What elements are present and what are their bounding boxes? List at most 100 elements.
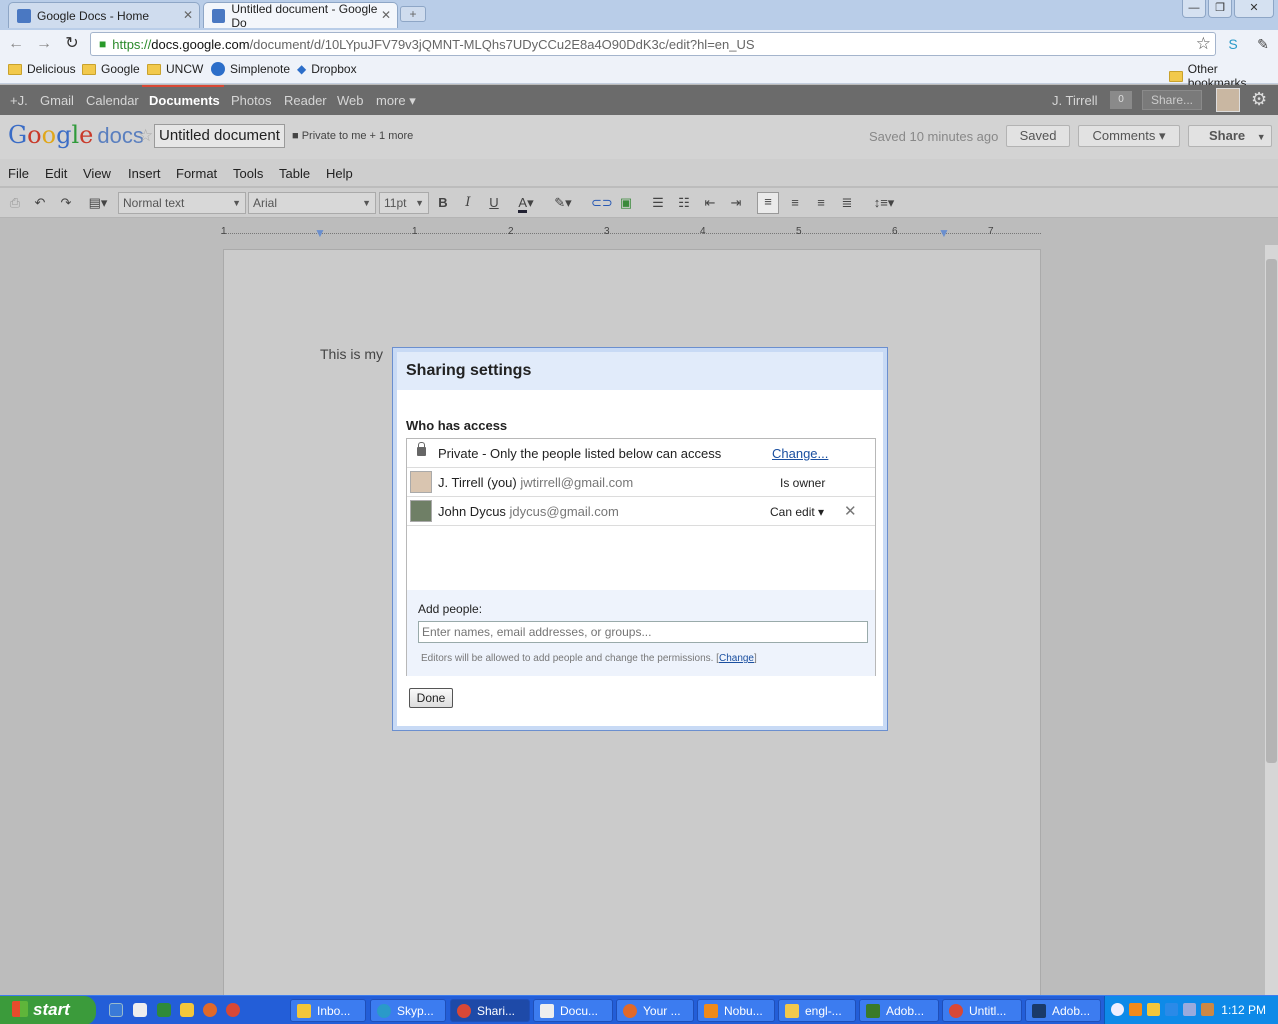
menu-table[interactable]: Table bbox=[279, 166, 310, 181]
notification-count[interactable]: 0 bbox=[1110, 91, 1132, 109]
taskbar-item-nobu[interactable]: Nobu... bbox=[697, 999, 775, 1022]
menu-tools[interactable]: Tools bbox=[233, 166, 263, 181]
bookmark-dropbox[interactable]: ◆ Dropbox bbox=[297, 62, 357, 76]
bookmark-simplenote[interactable]: Simplenote bbox=[211, 62, 290, 76]
done-button[interactable]: Done bbox=[409, 688, 453, 708]
align-center-icon[interactable]: ≡ bbox=[786, 194, 804, 212]
skype-extension-icon[interactable]: S bbox=[1224, 35, 1242, 53]
minimize-icon[interactable]: — bbox=[1182, 0, 1206, 18]
image-icon[interactable]: ▣ bbox=[617, 194, 635, 212]
saved-button[interactable]: Saved bbox=[1006, 125, 1070, 147]
bookmark-google[interactable]: Google bbox=[82, 62, 140, 76]
gbar-calendar[interactable]: Calendar bbox=[86, 93, 139, 108]
chrome-icon[interactable] bbox=[226, 1003, 240, 1017]
gbar-photos[interactable]: Photos bbox=[231, 93, 271, 108]
star-icon[interactable]: ☆ bbox=[138, 126, 153, 146]
gear-icon[interactable]: ⚙ bbox=[1251, 89, 1267, 110]
right-indent-marker-icon[interactable]: ▼ bbox=[938, 226, 950, 240]
menu-file[interactable]: File bbox=[8, 166, 29, 181]
font-size-select[interactable]: 11pt ▼ bbox=[379, 192, 429, 214]
bookmark-delicious[interactable]: Delicious bbox=[8, 62, 76, 76]
back-icon[interactable]: ← bbox=[6, 34, 26, 54]
redo-icon[interactable]: ↷ bbox=[57, 194, 75, 212]
restore-icon[interactable]: ❐ bbox=[1208, 0, 1232, 18]
taskbar-item-document[interactable]: Docu... bbox=[533, 999, 613, 1022]
line-spacing-icon[interactable]: ↕≡▾ bbox=[869, 194, 899, 212]
menu-view[interactable]: View bbox=[83, 166, 111, 181]
gbar-gmail[interactable]: Gmail bbox=[40, 93, 74, 108]
gbar-user-name[interactable]: J. Tirrell bbox=[1052, 93, 1098, 108]
word-icon[interactable] bbox=[133, 1003, 147, 1017]
vertical-scrollbar[interactable] bbox=[1265, 245, 1278, 995]
taskbar-item-untitled[interactable]: Untitl... bbox=[942, 999, 1022, 1022]
vlc-tray-icon[interactable] bbox=[1129, 1003, 1142, 1016]
text-color-icon[interactable]: A▾ bbox=[511, 194, 541, 213]
address-bar[interactable]: ■ https://docs.google.com/document/d/10L… bbox=[90, 32, 1216, 56]
google-docs-logo[interactable]: Google docs bbox=[8, 121, 144, 149]
menu-format[interactable]: Format bbox=[176, 166, 217, 181]
numbered-list-icon[interactable]: ☰ bbox=[649, 194, 667, 212]
gbar-reader[interactable]: Reader bbox=[284, 93, 327, 108]
start-button[interactable]: start bbox=[0, 996, 96, 1024]
bulleted-list-icon[interactable]: ☷ bbox=[675, 194, 693, 212]
document-title[interactable]: Untitled document bbox=[154, 124, 285, 148]
print-icon[interactable]: ⎙ bbox=[6, 194, 24, 212]
menu-edit[interactable]: Edit bbox=[45, 166, 67, 181]
gbar-more[interactable]: more ▾ bbox=[376, 93, 416, 109]
gbar-web[interactable]: Web bbox=[337, 93, 364, 108]
tab-google-docs-home[interactable]: Google Docs - Home ✕ bbox=[8, 2, 200, 28]
change-permissions-link[interactable]: Change bbox=[719, 653, 754, 664]
reload-icon[interactable]: ↻ bbox=[62, 34, 82, 54]
firefox-icon[interactable] bbox=[203, 1003, 217, 1017]
left-indent-marker-icon[interactable]: ▼ bbox=[314, 226, 326, 240]
comments-button[interactable]: Comments ▾ bbox=[1078, 125, 1180, 147]
role-dropdown[interactable]: Can edit ▾ bbox=[770, 505, 824, 519]
dropbox-tray-icon[interactable] bbox=[1165, 1003, 1178, 1016]
menu-help[interactable]: Help bbox=[326, 166, 353, 181]
taskbar-item-skype[interactable]: Skyp... bbox=[370, 999, 446, 1022]
mail-tray-icon[interactable] bbox=[1147, 1003, 1160, 1016]
user-avatar[interactable] bbox=[1216, 88, 1240, 112]
tray-expand-icon[interactable] bbox=[1111, 1003, 1124, 1016]
remove-person-icon[interactable]: ✕ bbox=[844, 502, 857, 520]
taskbar-item-inbox[interactable]: Inbo... bbox=[290, 999, 366, 1022]
tab-close-icon[interactable]: ✕ bbox=[381, 8, 391, 22]
taskbar-item-adobe-dw[interactable]: Adob... bbox=[859, 999, 939, 1022]
bookmark-star-icon[interactable]: ☆ bbox=[1196, 34, 1211, 54]
justify-icon[interactable]: ≣ bbox=[838, 194, 856, 212]
highlight-icon[interactable]: ✎▾ bbox=[548, 194, 578, 212]
excel-icon[interactable] bbox=[157, 1003, 171, 1017]
privacy-status[interactable]: ■ Private to me + 1 more bbox=[292, 130, 413, 142]
undo-icon[interactable]: ↶ bbox=[31, 194, 49, 212]
scrollbar-thumb[interactable] bbox=[1266, 259, 1277, 763]
bold-icon[interactable]: B bbox=[434, 194, 452, 212]
taskbar-item-your[interactable]: Your ... bbox=[616, 999, 694, 1022]
gbar-documents[interactable]: Documents bbox=[149, 93, 220, 108]
font-select[interactable]: Arial ▼ bbox=[248, 192, 376, 214]
share-button[interactable]: Share ▼ bbox=[1188, 125, 1272, 147]
app-tray-icon[interactable] bbox=[1201, 1003, 1214, 1016]
close-window-icon[interactable]: ✕ bbox=[1234, 0, 1274, 18]
taskbar-item-adobe-ps[interactable]: Adob... bbox=[1025, 999, 1101, 1022]
taskbar-item-sharing[interactable]: Shari... bbox=[450, 999, 530, 1022]
taskbar-item-engl[interactable]: engl-... bbox=[778, 999, 856, 1022]
change-visibility-link[interactable]: Change... bbox=[772, 446, 828, 461]
italic-icon[interactable]: I bbox=[459, 194, 477, 212]
gbar-plus-j[interactable]: +J. bbox=[10, 93, 28, 108]
paragraph-style-select[interactable]: Normal text ▼ bbox=[118, 192, 246, 214]
tab-close-icon[interactable]: ✕ bbox=[183, 8, 193, 22]
link-icon[interactable]: ⊂⊃ bbox=[591, 194, 613, 212]
menu-insert[interactable]: Insert bbox=[128, 166, 161, 181]
gbar-share-button[interactable]: Share... bbox=[1142, 90, 1202, 110]
new-tab-button[interactable]: + bbox=[400, 6, 426, 22]
decrease-indent-icon[interactable]: ⇤ bbox=[701, 194, 719, 212]
forward-icon[interactable]: → bbox=[34, 34, 54, 54]
bookmark-uncw[interactable]: UNCW bbox=[147, 62, 203, 76]
align-left-icon[interactable]: ≡ bbox=[757, 192, 779, 214]
mail-icon[interactable] bbox=[180, 1003, 194, 1017]
tab-untitled-document[interactable]: Untitled document - Google Do ✕ bbox=[203, 2, 398, 30]
ie-icon[interactable] bbox=[109, 1003, 123, 1017]
align-right-icon[interactable]: ≡ bbox=[812, 194, 830, 212]
paint-format-icon[interactable]: ▤▾ bbox=[84, 194, 112, 212]
document-body-text[interactable]: This is my bbox=[320, 346, 383, 362]
